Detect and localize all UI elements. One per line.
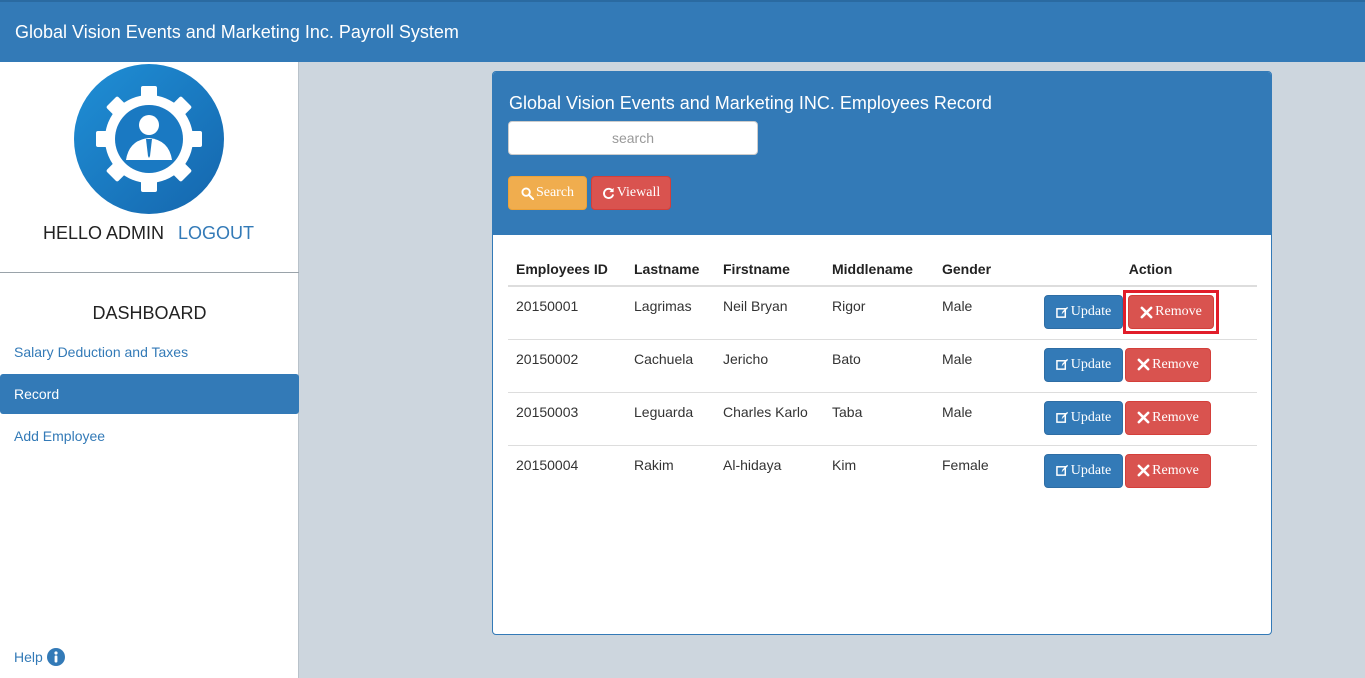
search-button-label: Search [535,185,575,200]
cell-actions: Update Remove [1044,391,1257,445]
employees-table: Employees ID Lastname Firstname Middlena… [508,252,1257,498]
viewall-button-label: Viewall [616,185,661,200]
cell-lastname: Lagrimas [634,298,692,314]
panel-header: Global Vision Events and Marketing INC. … [493,72,1271,235]
cell-gender: Male [934,391,1044,445]
remove-button[interactable]: Remove [1125,347,1211,382]
cell-middlename: Taba [824,391,934,445]
remove-button[interactable]: Remove [1128,295,1214,329]
cell-id: 20150001 [516,298,579,314]
remove-button[interactable]: Remove [1125,453,1211,488]
table-row: 20150001 Lagrimas Neil Bryan Rigor Male … [508,286,1257,339]
edit-icon [1055,411,1068,423]
cell-lastname: Rakim [626,444,715,498]
app-title: Global Vision Events and Marketing Inc. … [15,22,459,42]
cell-firstname: Al-hidaya [715,444,824,498]
update-button-label: Update [1070,409,1112,425]
cell-actions: Update Remove [1044,286,1257,339]
edit-icon [1055,306,1068,318]
help-link[interactable]: Help [14,648,65,666]
cell-firstname: Neil Bryan [723,298,788,314]
table-row: 20150004 Rakim Al-hidaya Kim Female Upda… [508,444,1257,498]
cell-id: 20150004 [508,444,626,498]
column-header-firstname: Firstname [715,252,824,287]
cell-actions: Update Remove [1044,338,1257,392]
update-button-label: Update [1070,462,1112,478]
sidebar: HELLO ADMIN LOGOUT DASHBOARD Salary Dedu… [0,62,299,678]
help-label: Help [14,649,43,665]
table-row: 20150002 Cachuela Jericho Bato Male Upda… [508,338,1257,392]
cell-gender: Male [934,338,1044,392]
column-header-gender: Gender [934,252,1044,287]
employees-record-panel: Global Vision Events and Marketing INC. … [492,71,1272,635]
sidebar-item-salary-deduction[interactable]: Salary Deduction and Taxes [0,332,299,372]
table-header-row: Employees ID Lastname Firstname Middlena… [508,252,1257,287]
cell-middlename: Bato [824,338,934,392]
cell-firstname: Charles Karlo [715,391,824,445]
dashboard-heading: DASHBOARD [92,303,207,323]
top-navbar: Global Vision Events and Marketing Inc. … [0,0,1365,62]
search-icon [521,186,534,200]
logout-link[interactable]: LOGOUT [178,223,254,244]
remove-button-label: Remove [1155,304,1202,319]
column-header-lastname: Lastname [626,252,715,287]
search-button[interactable]: Search [508,176,587,210]
remove-button[interactable]: Remove [1125,400,1211,435]
cell-middlename: Rigor [832,298,866,314]
update-button[interactable]: Update [1044,347,1123,382]
remove-x-icon [1137,411,1150,424]
update-button-label: Update [1070,356,1112,372]
cell-gender: Male [942,298,973,314]
sidebar-item-record[interactable]: Record [0,374,299,414]
edit-icon [1055,464,1068,476]
column-header-id: Employees ID [508,252,626,287]
remove-button-highlight: Remove [1123,290,1219,334]
remove-x-icon [1140,306,1153,318]
column-header-middlename: Middlename [824,252,934,287]
remove-button-label: Remove [1152,462,1199,478]
cell-gender: Female [934,444,1044,498]
admin-gear-logo-icon [74,64,224,214]
info-icon [46,648,65,666]
remove-button-label: Remove [1152,409,1199,425]
cell-middlename: Kim [824,444,934,498]
cell-actions: Update Remove [1044,444,1257,498]
remove-button-label: Remove [1152,356,1199,372]
remove-x-icon [1137,464,1150,477]
viewall-button[interactable]: Viewall [591,176,671,210]
remove-x-icon [1137,358,1150,371]
cell-id: 20150002 [508,338,626,392]
cell-lastname: Cachuela [626,338,715,392]
greeting-text: HELLO ADMIN [43,223,165,243]
panel-title: Global Vision Events and Marketing INC. … [509,93,992,113]
cell-firstname: Jericho [715,338,824,392]
edit-icon [1055,358,1068,370]
cell-id: 20150003 [508,391,626,445]
refresh-icon [602,187,614,199]
sidebar-divider [0,272,299,273]
update-button[interactable]: Update [1044,295,1123,329]
sidebar-item-add-employee[interactable]: Add Employee [0,416,299,456]
column-header-action: Action [1044,252,1257,287]
update-button[interactable]: Update [1044,453,1123,488]
cell-lastname: Leguarda [626,391,715,445]
table-row: 20150003 Leguarda Charles Karlo Taba Mal… [508,391,1257,445]
search-input[interactable] [508,121,758,155]
update-button-label: Update [1070,304,1112,319]
update-button[interactable]: Update [1044,400,1123,435]
